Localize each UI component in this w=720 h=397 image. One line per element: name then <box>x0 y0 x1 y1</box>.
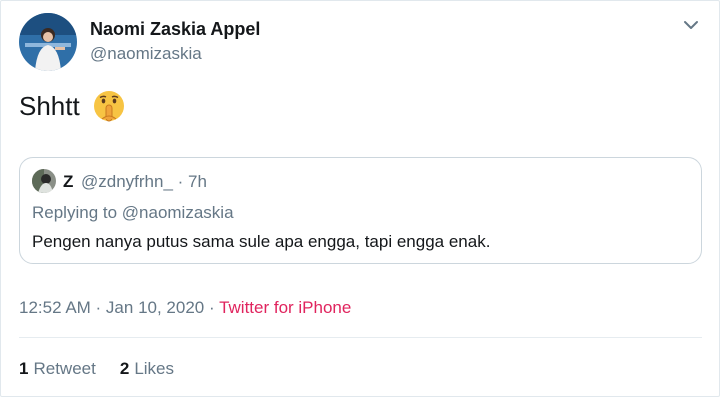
quoted-replying-to: Replying to @naomizaskia <box>32 203 234 222</box>
chevron-down-icon[interactable] <box>681 17 701 33</box>
author-avatar[interactable] <box>19 13 77 71</box>
meta-separator: · <box>204 298 220 317</box>
tweet-meta: 12:52 AM · Jan 10, 2020 · Twitter for iP… <box>19 298 351 318</box>
quoted-author-name[interactable]: Z <box>63 172 73 192</box>
tweet-stats: 1 Retweet 2 Likes <box>19 359 174 379</box>
likes-count: 2 <box>119 359 130 378</box>
divider <box>19 337 702 338</box>
author-handle[interactable]: @naomizaskia <box>90 44 202 64</box>
quoted-author-avatar[interactable] <box>32 169 56 193</box>
avatar-image <box>19 13 77 71</box>
quoted-tweet-text: Pengen nanya putus sama sule apa engga, … <box>32 232 491 251</box>
tweet-text-content: Shhtt <box>19 90 80 121</box>
author-display-name[interactable]: Naomi Zaskia Appel <box>90 19 260 40</box>
tweet-text: Shhtt <box>19 89 126 123</box>
quoted-author-meta: @zdnyfrhn_ · 7h <box>81 172 207 191</box>
quoted-tweet[interactable]: Z @zdnyfrhn_ · 7h Replying to @naomizask… <box>19 157 702 264</box>
quoted-avatar-image <box>32 169 56 193</box>
tweet-source-link[interactable]: Twitter for iPhone <box>219 298 351 317</box>
retweets-label: Retweet <box>33 359 96 378</box>
tweet-timestamp[interactable]: 12:52 AM · Jan 10, 2020 <box>19 298 204 317</box>
likes-label: Likes <box>134 359 174 378</box>
likes-stat[interactable]: 2 Likes <box>120 359 174 379</box>
shushing-face-icon <box>92 89 126 123</box>
tweet-card: Naomi Zaskia Appel @naomizaskia Shhtt Z … <box>0 0 720 397</box>
retweets-count: 1 <box>19 359 29 378</box>
retweets-stat[interactable]: 1 Retweet <box>19 359 96 379</box>
